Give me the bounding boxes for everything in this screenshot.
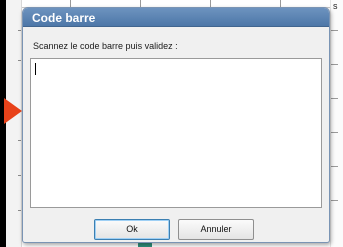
background-row-mark xyxy=(18,210,21,211)
barcode-prompt-label: Scannez le code barre puis validez : xyxy=(33,41,178,51)
background-row-mark xyxy=(18,30,21,31)
ok-button[interactable]: Ok xyxy=(94,219,170,240)
barcode-input[interactable] xyxy=(30,58,322,208)
background-row-mark xyxy=(18,60,21,61)
barcode-dialog: Code barre Scannez le code barre puis va… xyxy=(22,7,330,243)
background-row-mark xyxy=(331,30,338,31)
text-caret xyxy=(35,63,36,75)
dialog-title: Code barre xyxy=(32,11,96,25)
background-row-mark xyxy=(18,140,21,141)
background-row-mark xyxy=(331,64,338,65)
background-row-mark xyxy=(331,166,338,167)
background-row-mark xyxy=(18,175,21,176)
background-edge-letter: s xyxy=(333,1,338,11)
dialog-titlebar[interactable]: Code barre xyxy=(23,8,329,27)
background-right-panel: s xyxy=(330,0,343,247)
arrow-right-icon xyxy=(4,98,22,124)
background-row-mark xyxy=(331,200,338,201)
cancel-button[interactable]: Annuler xyxy=(178,219,254,240)
background-row-mark xyxy=(331,98,338,99)
background-row-mark xyxy=(331,132,338,133)
